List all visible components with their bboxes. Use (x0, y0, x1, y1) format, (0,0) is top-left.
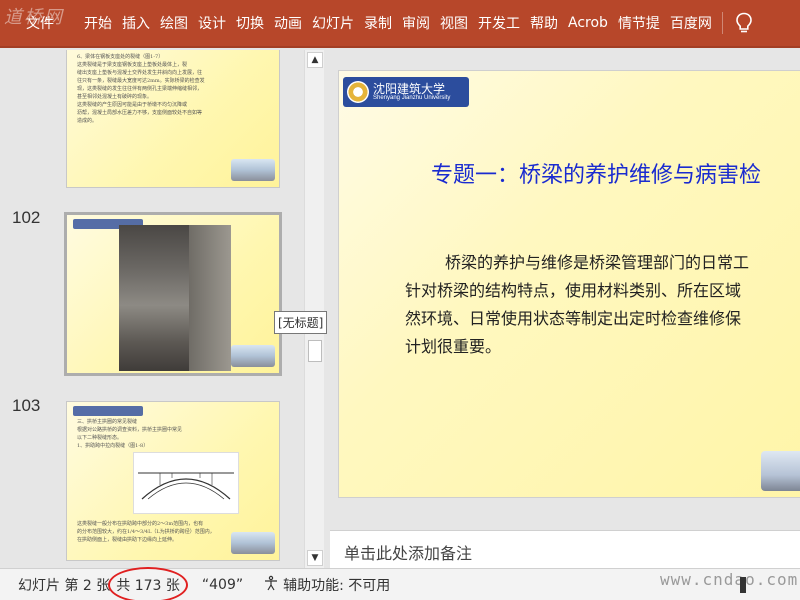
thumb-text-line: 沥帮，混凝土局部水压差力不够，支座侧面较处不自如等 (77, 110, 203, 116)
thumb-text-line: 在拱助侧面上，裂缝由拱助下边缘向上延伸。 (77, 537, 178, 543)
slide-decor-image (761, 451, 800, 491)
tab-storyboard[interactable]: 情节提 (614, 0, 664, 47)
arch-bridge-drawing (138, 472, 234, 500)
scroll-up-icon[interactable]: ▲ (307, 52, 323, 68)
accessibility-icon[interactable] (263, 575, 279, 595)
university-name-cn: 沈阳建筑大学 (373, 82, 446, 96)
thumb-text-line: 这类裂缝是于梁支座钢板支座上垫板处最体上，裂 (77, 62, 188, 68)
tab-animations[interactable]: 动画 (270, 0, 306, 47)
total-slides: 共 173 张 (108, 566, 188, 600)
slide-editor: 沈阳建筑大学 Shenyang Jianzhu University 专题一：桥… (330, 50, 800, 530)
scroll-down-icon[interactable]: ▼ (307, 550, 323, 566)
slide-body-line: 桥梁的养护与维修是桥梁管理部门的日常工 (445, 253, 750, 272)
tab-view[interactable]: 视图 (436, 0, 472, 47)
view-indicator (740, 577, 746, 593)
tab-transitions[interactable]: 切换 (232, 0, 268, 47)
slide-title[interactable]: 专题一：桥梁的养护维修与病害检 (431, 157, 761, 189)
university-name-en: Shenyang Jianzhu University (373, 95, 451, 101)
slide-body-text[interactable]: 桥梁的养护与维修是桥梁管理部门的日常工 针对桥梁的结构特点，使用材料类别、所在区… (405, 249, 800, 361)
notes-placeholder: 单击此处添加备注 (344, 544, 473, 563)
tab-review[interactable]: 审阅 (398, 0, 434, 47)
thumb-text-line: 6、梁体在钢板支座处的裂缝（图1-7） (77, 54, 164, 60)
thumb-decor-image (231, 159, 275, 181)
tab-help[interactable]: 帮助 (526, 0, 562, 47)
scrollbar-thumb[interactable] (308, 340, 322, 362)
slide-position: 幻灯片 第 2 张 (18, 577, 111, 594)
university-emblem-icon (347, 81, 369, 103)
tab-record[interactable]: 录制 (360, 0, 396, 47)
thumb-bridge-crack-photo (119, 225, 231, 371)
lightbulb-icon[interactable] (729, 0, 759, 47)
slide-body-line: 然环境、日常使用状态等制定出定时检查维修保 (405, 309, 742, 328)
ribbon-tab-bar: 道桥网 文件 开始 插入 绘图 设计 切换 动画 幻灯片 录制 审阅 视图 开发… (0, 0, 800, 48)
thumb-text-line: 缝出支座上垫板与混凝土交界处发生并斜向向上发展，往 (77, 70, 203, 76)
thumb-text-line: 以下二种裂缝形态。 (77, 435, 123, 441)
thumb-arch-diagram (133, 452, 239, 514)
thumb-text-line: 往只有一条，裂缝最大宽度可达2mm。实际桥梁的检查发 (77, 78, 205, 84)
tab-acrobat[interactable]: Acrob (564, 0, 612, 47)
university-logo: 沈阳建筑大学 Shenyang Jianzhu University (343, 77, 469, 107)
slide-number: 103 (12, 396, 41, 415)
tab-draw[interactable]: 绘图 (156, 0, 192, 47)
slide-body-line: 计划很重要。 (405, 337, 502, 356)
thumb-text-line: 造成的。 (77, 118, 98, 124)
thumbnail-scrollbar[interactable]: ▲ ▼ (304, 50, 324, 568)
slide-thumbnail-pane: 6、梁体在钢板支座处的裂缝（图1-7） 这类裂缝是于梁支座钢板支座上垫板处最体上… (0, 50, 330, 568)
slide-body-line: 针对桥梁的结构特点，使用材料类别、所在区域 (405, 281, 742, 300)
accessibility-status[interactable]: 辅助功能: 不可用 (283, 575, 390, 595)
thumb-decor-image (231, 532, 275, 554)
ribbon-separator (721, 12, 723, 34)
tab-file[interactable]: 道桥网 文件 (0, 0, 80, 47)
tab-home[interactable]: 开始 (80, 0, 116, 47)
slide-number: 102 (12, 208, 41, 227)
tab-insert[interactable]: 插入 (118, 0, 154, 47)
lightbulb-icon-svg (736, 12, 752, 33)
slide-thumbnail-101[interactable]: 6、梁体在钢板支座处的裂缝（图1-7） 这类裂缝是于梁支座钢板支座上垫板处最体上… (66, 50, 280, 188)
thumb-text-line: 这类裂缝一般分布在拱助跨中部分的2～3m范围内，也有 (77, 521, 204, 527)
slide-thumbnail-102[interactable] (64, 212, 282, 376)
tab-baidu-netdisk[interactable]: 百度网 (666, 0, 716, 47)
thumb-text-line: 现，这类裂缝的发生往往伴有两侧孔主梁端伸缩缝相邻， (77, 86, 203, 92)
watermark-logo: 道桥网 (4, 7, 64, 28)
thumb-text-line: 这类裂缝的产生原因可能是由于桥墩不均匀沉降或 (77, 102, 188, 108)
thumb-text-line: 的分布范围较大，约在1/4～3/4L（L为拱桥的跨径）范围内， (77, 529, 215, 535)
thumb-text-line: 三、拱桥主拱圈的常见裂缝 (77, 419, 138, 425)
thumb-university-logo (73, 406, 143, 416)
thumb-decor-image (231, 345, 275, 367)
accessibility-icon-svg (265, 575, 278, 590)
tab-design[interactable]: 设计 (194, 0, 230, 47)
thumb-text-line: 根据对公路拱桥的调查资料，拱桥主拱圈中常见 (77, 427, 183, 433)
site-watermark: www.cndao.com (660, 570, 799, 589)
current-slide[interactable]: 沈阳建筑大学 Shenyang Jianzhu University 专题一：桥… (338, 70, 800, 498)
thumb-text-line: 1、拱助跨中拉向裂缝（图1-8） (77, 443, 149, 449)
tab-developer[interactable]: 开发工 (474, 0, 524, 47)
language-indicator[interactable]: “409” (202, 577, 243, 593)
thumb-text-line: 甚至相邻处混凝土有破碎的现象。 (77, 94, 153, 100)
tab-slideshow[interactable]: 幻灯片 (308, 0, 358, 47)
slide-thumbnail-103[interactable]: 三、拱桥主拱圈的常见裂缝 根据对公路拱桥的调查资料，拱桥主拱圈中常见 以下二种裂… (66, 401, 280, 561)
notes-pane[interactable]: 单击此处添加备注 (330, 530, 800, 568)
thumbnail-tooltip: [无标题] (274, 311, 328, 334)
